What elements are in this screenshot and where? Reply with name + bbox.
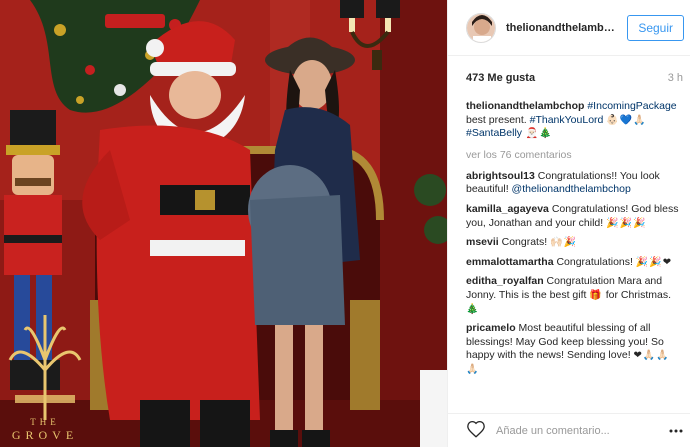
comment-text: Congratulations! <box>553 255 636 268</box>
hashtag-link[interactable]: #IncomingPackage <box>587 100 676 112</box>
mention-link[interactable]: @thelionandthelambchop <box>512 183 631 195</box>
view-all-comments-link[interactable]: ver los 76 comentarios <box>466 149 680 161</box>
avatar[interactable] <box>466 12 496 43</box>
comment-bar <box>448 413 690 447</box>
heart-icon[interactable] <box>466 420 486 441</box>
comment-emoji: 🎄 <box>466 303 480 315</box>
post-time[interactable]: 3 h <box>668 72 683 84</box>
caption-emoji: 🎅🏻🎄 <box>522 128 553 140</box>
comment-text: for Christmas. <box>602 288 672 301</box>
post-sidebar: thelionandthelamb… Seguir 473 Me gusta 3… <box>447 0 690 447</box>
comment-text: Congrats! <box>498 236 551 249</box>
comment-item: editha_royalfan Congratulation Mara and … <box>466 275 680 316</box>
post-caption: thelionandthelambchop #IncomingPackage b… <box>466 100 680 141</box>
instagram-post: THE GROVE thelionandthelamb… Seguir 473 … <box>0 0 690 447</box>
comment-author[interactable]: kamilla_agayeva <box>466 203 549 215</box>
likes-row: 473 Me gusta 3 h <box>466 72 683 84</box>
follow-button[interactable]: Seguir <box>627 15 684 41</box>
comment-emoji: 🎁 <box>589 289 603 301</box>
comment-item: abrightsoul13 Congratulations!! You look… <box>466 170 680 197</box>
watermark-text: THE GROVE <box>11 417 79 442</box>
hashtag-link[interactable]: #ThankYouLord <box>530 114 604 126</box>
comments-list: thelionandthelambchop #IncomingPackage b… <box>466 100 680 383</box>
comment-author[interactable]: emmalottamartha <box>466 256 554 268</box>
post-username[interactable]: thelionandthelamb… <box>506 22 615 34</box>
caption-text: best present. <box>466 113 530 126</box>
more-options-icon[interactable] <box>669 424 683 438</box>
comment-emoji: 🎉🎉🎉 <box>606 217 647 229</box>
comment-item: pricamelo Most beautiful blessing of all… <box>466 322 680 376</box>
post-header: thelionandthelamb… Seguir <box>448 0 690 56</box>
comment-author[interactable]: msevii <box>466 236 499 248</box>
watermark-logo: THE GROVE <box>0 300 90 447</box>
comment-item: msevii Congrats! 🙌🏻🎉 <box>466 236 680 250</box>
likes-count[interactable]: 473 Me gusta <box>466 72 535 84</box>
caption-author[interactable]: thelionandthelambchop <box>466 100 584 112</box>
comment-item: kamilla_agayeva Congratulations! God ble… <box>466 203 680 230</box>
comment-author[interactable]: editha_royalfan <box>466 275 544 287</box>
hashtag-link[interactable]: #SantaBelly <box>466 127 522 139</box>
comment-emoji: 🙌🏻🎉 <box>550 237 577 249</box>
comment-item: emmalottamartha Congratulations! 🎉🎉❤ <box>466 256 680 270</box>
comment-emoji: 🎉🎉❤ <box>635 256 673 268</box>
comment-input[interactable] <box>496 424 646 437</box>
post-photo[interactable]: THE GROVE <box>0 0 447 447</box>
caption-emoji: 👶🏻💙🙏🏻 <box>606 114 647 126</box>
comment-author[interactable]: abrightsoul13 <box>466 170 535 182</box>
comment-author[interactable]: pricamelo <box>466 322 516 334</box>
